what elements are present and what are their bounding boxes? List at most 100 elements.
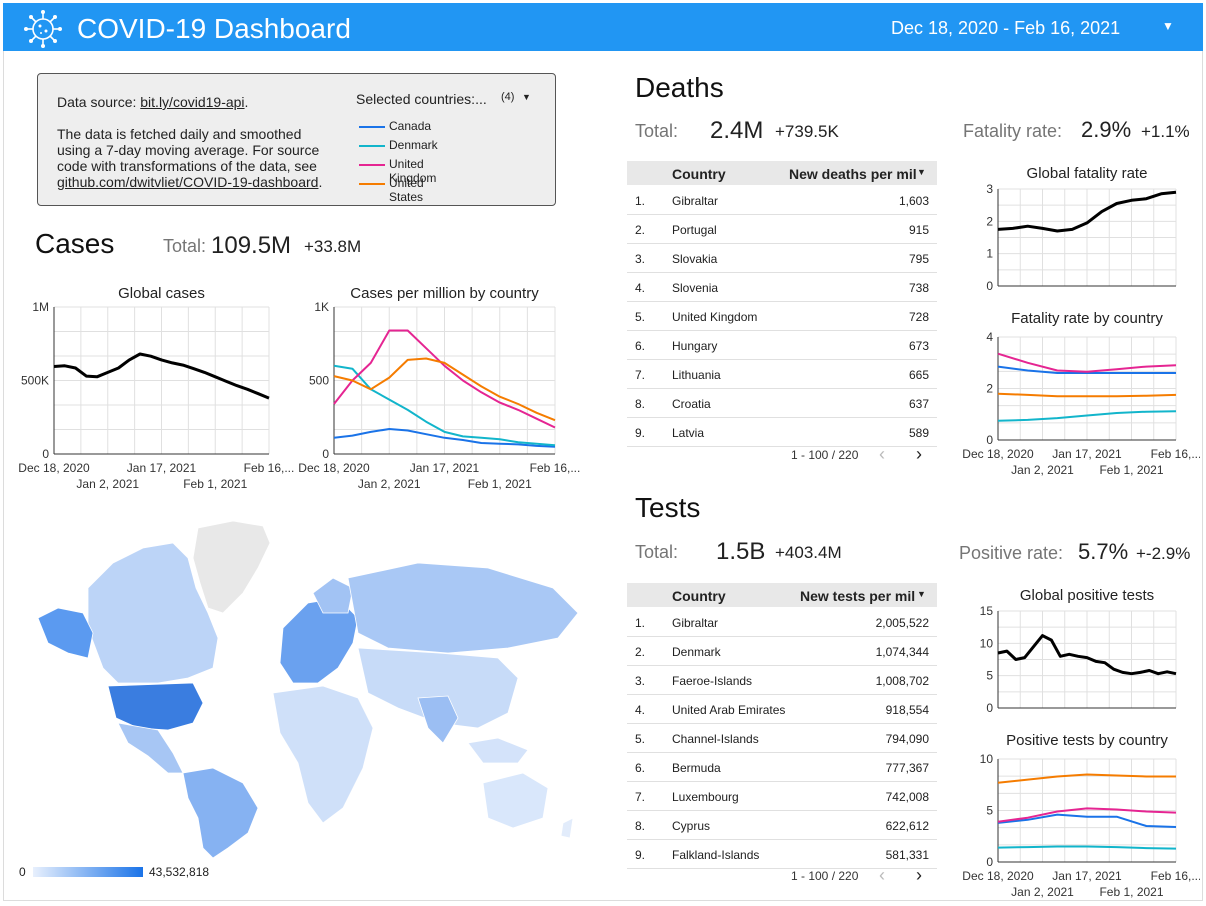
table-row[interactable]: 7. Lithuania 665: [627, 360, 937, 389]
row-rank: 1.: [635, 616, 646, 630]
github-link-period: .: [318, 174, 323, 190]
map-region-russia[interactable]: [347, 562, 579, 654]
table-row[interactable]: 1. Gibraltar 1,603: [627, 186, 937, 215]
table-row[interactable]: 3. Faeroe-Islands 1,008,702: [627, 666, 937, 695]
tests-total-delta: +403.4M: [775, 543, 842, 562]
row-value: 795: [908, 252, 929, 266]
chart-title: Cases per million by country: [350, 285, 539, 302]
chart-title: Fatality rate by country: [1011, 310, 1163, 327]
map-region-southeast-asia[interactable]: [467, 737, 529, 764]
global-positive-tests-chart: Global positive tests 15 10 5 0: [980, 587, 1177, 715]
world-cases-map[interactable]: [18, 518, 583, 858]
chart-title: Positive tests by country: [1006, 732, 1168, 749]
deaths-total-delta: +739.5K: [775, 122, 839, 141]
map-region-alaska[interactable]: [37, 607, 94, 659]
legend-label-denmark: Denmark: [389, 138, 438, 152]
chart-title: Global positive tests: [1020, 587, 1154, 604]
deaths-col-country[interactable]: Country: [672, 166, 726, 182]
row-rank: 9.: [635, 848, 646, 862]
row-value: 622,612: [885, 819, 929, 833]
table-row[interactable]: 9. Falkland-Islands 581,331: [627, 840, 937, 869]
row-country: Falkland-Islands: [672, 848, 760, 862]
row-country: Gibraltar: [672, 194, 719, 208]
table-row[interactable]: 2. Denmark 1,074,344: [627, 637, 937, 666]
row-country: Cyprus: [672, 819, 711, 833]
tests-next-page-icon[interactable]: ›: [916, 865, 922, 886]
row-value: 589: [908, 426, 929, 440]
row-country: Hungary: [672, 339, 718, 353]
row-rank: 8.: [635, 397, 646, 411]
row-value: 738: [908, 281, 929, 295]
table-row[interactable]: 3. Slovakia 795: [627, 244, 937, 273]
row-country: Luxembourg: [672, 790, 739, 804]
tests-col-country[interactable]: Country: [672, 588, 726, 604]
data-source-link[interactable]: bit.ly/covid19-api: [140, 94, 244, 110]
map-region-australia[interactable]: [482, 772, 549, 829]
map-region-africa[interactable]: [272, 685, 374, 824]
table-row[interactable]: 8. Croatia 637: [627, 389, 937, 418]
table-row[interactable]: 2. Portugal 915: [627, 215, 937, 244]
row-rank: 4.: [635, 703, 646, 717]
sort-desc-icon[interactable]: ▼: [917, 589, 926, 599]
x-tick-label: Jan 17, 2021: [127, 461, 197, 475]
legend-line-united-kingdom: [359, 164, 385, 166]
map-region-united-states[interactable]: [107, 682, 204, 731]
fatality-rate-by-country-chart: Fatality rate by country 4 2 0Dec 18, 2020 J…: [962, 310, 1200, 477]
tests-table-pager: 1 - 100 / 220: [791, 869, 859, 883]
table-row[interactable]: 6. Bermuda 777,367: [627, 753, 937, 782]
y-tick-label: 10: [980, 752, 994, 766]
deaths-next-page-icon[interactable]: ›: [916, 444, 922, 465]
map-legend-gradient: [33, 867, 143, 877]
map-region-mexico[interactable]: [117, 722, 184, 774]
table-row[interactable]: 1. Gibraltar 2,005,522: [627, 608, 937, 637]
table-row[interactable]: 4. United Arab Emirates 918,554: [627, 695, 937, 724]
table-row[interactable]: 5. United Kingdom 728: [627, 302, 937, 331]
deaths-table-pager: 1 - 100 / 220: [791, 448, 859, 462]
github-link[interactable]: github.com/dwitvliet/COVID-19-dashboard: [57, 174, 318, 190]
map-region-new-zealand[interactable]: [560, 817, 574, 839]
x-tick-label: Feb 16,...: [1151, 447, 1200, 461]
table-row[interactable]: 8. Cyprus 622,612: [627, 811, 937, 840]
selected-countries-dropdown-icon[interactable]: ▼: [522, 92, 531, 102]
y-tick-label: 3: [986, 182, 993, 196]
table-row[interactable]: 4. Slovenia 738: [627, 273, 937, 302]
row-rank: 5.: [635, 310, 646, 324]
selected-countries-label[interactable]: Selected countries:...: [356, 91, 487, 107]
row-rank: 3.: [635, 252, 646, 266]
date-range-picker[interactable]: Dec 18, 2020 - Feb 16, 2021: [891, 18, 1120, 39]
y-tick-label: 5: [986, 804, 993, 818]
date-range-dropdown-icon[interactable]: ▼: [1162, 19, 1174, 33]
info-line-3: code with transformations of the data, s…: [57, 158, 317, 174]
legend-label-canada: Canada: [389, 119, 432, 133]
tests-prev-page-icon[interactable]: ‹: [879, 865, 885, 886]
fatality-rate-label: Fatality rate:: [963, 121, 1063, 141]
map-region-south-america[interactable]: [182, 767, 259, 858]
global-fatality-rate-chart: Global fatality rate 3 2 1 0: [986, 165, 1177, 293]
deaths-col-value[interactable]: New deaths per mil: [789, 166, 917, 182]
y-tick-label: 0: [986, 701, 993, 715]
legend-line-united-states: [359, 183, 385, 185]
tests-col-value[interactable]: New tests per mil: [800, 588, 915, 604]
info-box: Data source: bit.ly/covid19-api. The dat…: [37, 73, 556, 206]
row-value: 1,008,702: [875, 674, 929, 688]
row-country: Slovakia: [672, 252, 718, 266]
table-row[interactable]: 7. Luxembourg 742,008: [627, 782, 937, 811]
row-country: Faeroe-Islands: [672, 674, 753, 688]
sort-desc-icon[interactable]: ▼: [917, 167, 926, 177]
row-value: 581,331: [885, 848, 929, 862]
row-rank: 7.: [635, 790, 646, 804]
table-row[interactable]: 9. Latvia 589: [627, 418, 937, 447]
table-row[interactable]: 6. Hungary 673: [627, 331, 937, 360]
row-value: 673: [908, 339, 929, 353]
y-tick-label: 0: [986, 433, 993, 447]
deaths-prev-page-icon[interactable]: ‹: [879, 444, 885, 465]
x-tick-label: Feb 1, 2021: [183, 477, 247, 491]
chart-title: Global cases: [118, 285, 205, 302]
map-region-greenland[interactable]: [192, 520, 271, 614]
dashboard-title: COVID-19 Dashboard: [77, 13, 351, 44]
table-row[interactable]: 5. Channel-Islands 794,090: [627, 724, 937, 753]
y-tick-label: 0: [986, 279, 993, 293]
row-country: Latvia: [672, 426, 705, 440]
legend-line-denmark: [359, 145, 385, 147]
selected-countries-count[interactable]: (4): [501, 91, 514, 103]
